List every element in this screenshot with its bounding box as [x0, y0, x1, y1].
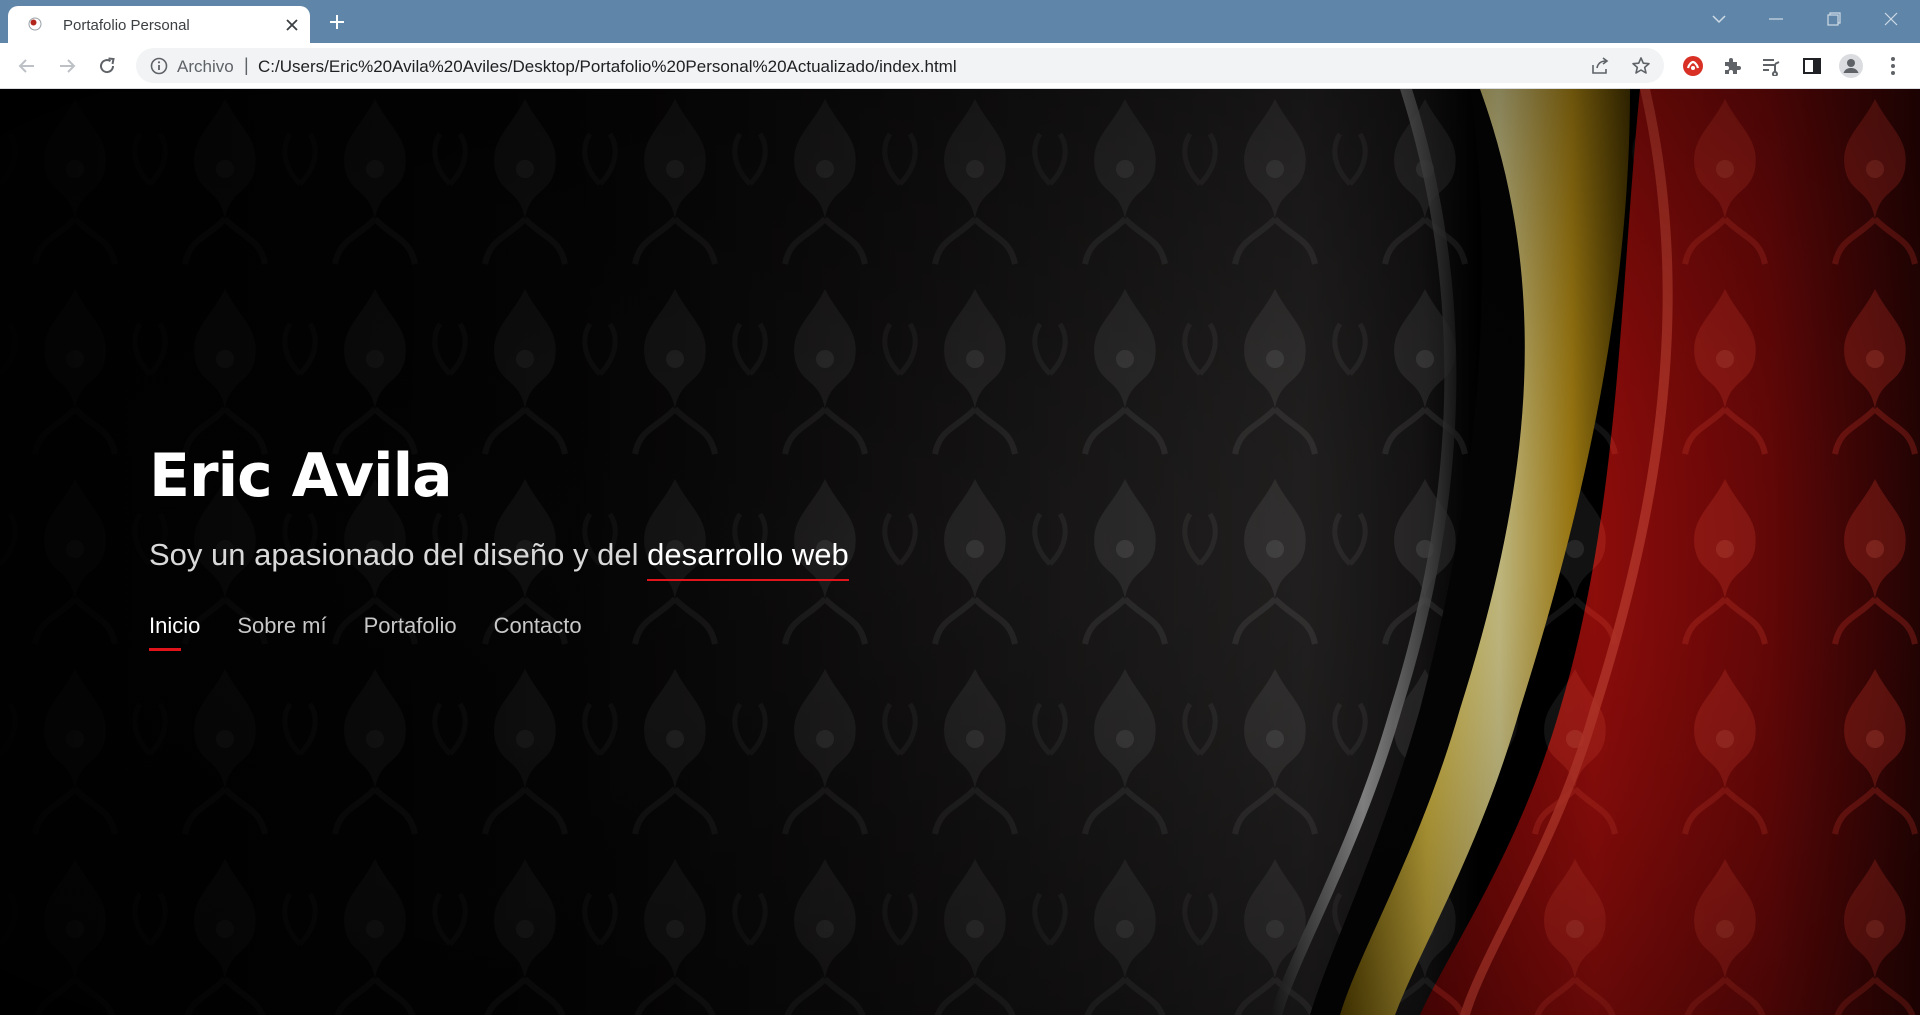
hero-tagline-prefix: Soy un apasionado del diseño y del: [149, 537, 648, 572]
reading-list-icon[interactable]: [1758, 53, 1784, 79]
forward-icon[interactable]: [53, 52, 81, 80]
close-tab-icon[interactable]: [282, 15, 302, 35]
hero-tagline: Soy un apasionado del diseño y del desar…: [149, 537, 849, 581]
close-window-icon[interactable]: [1877, 8, 1905, 30]
nav-link-portafolio[interactable]: Portafolio: [364, 613, 457, 639]
hero-section: Eric Avila Soy un apasionado del diseño …: [0, 89, 1920, 1015]
favicon-icon: [28, 17, 42, 31]
nav-link-sobre-mi[interactable]: Sobre mí: [237, 613, 326, 639]
tab-title: Portafolio Personal: [63, 17, 190, 34]
profile-icon[interactable]: [1838, 53, 1864, 79]
restore-icon[interactable]: [1820, 8, 1848, 30]
reload-icon[interactable]: [93, 52, 121, 80]
url-text[interactable]: C:/Users/Eric%20Avila%20Aviles/Desktop/P…: [258, 57, 957, 77]
new-tab-icon[interactable]: [325, 10, 349, 34]
nav-link-contacto[interactable]: Contacto: [494, 613, 582, 639]
browser-tab[interactable]: Portafolio Personal: [8, 6, 310, 43]
puzzle-icon[interactable]: [1719, 53, 1745, 79]
menu-icon[interactable]: [1880, 53, 1906, 79]
browser-tab-strip: Portafolio Personal: [0, 0, 1920, 43]
omnibox-separator: |: [244, 55, 249, 75]
hero-navigation: Inicio Sobre mí Portafolio Contacto: [149, 613, 619, 651]
nav-link-inicio[interactable]: Inicio: [149, 613, 200, 651]
hero-tagline-highlight: desarrollo web: [647, 537, 849, 581]
side-panel-icon[interactable]: [1799, 53, 1825, 79]
star-icon[interactable]: [1630, 55, 1652, 77]
omnibox-scheme-label: Archivo: [177, 57, 234, 76]
info-icon[interactable]: [150, 57, 168, 75]
tab-search-chevron-icon[interactable]: [1705, 8, 1733, 30]
hero-name: Eric Avila: [149, 441, 453, 511]
extension-icon[interactable]: [1680, 53, 1706, 79]
minimize-icon[interactable]: [1762, 8, 1790, 30]
back-icon[interactable]: [13, 52, 41, 80]
address-bar[interactable]: Archivo | C:/Users/Eric%20Avila%20Aviles…: [136, 48, 1664, 83]
share-icon[interactable]: [1589, 55, 1611, 77]
browser-toolbar: Archivo | C:/Users/Eric%20Avila%20Aviles…: [0, 43, 1920, 89]
